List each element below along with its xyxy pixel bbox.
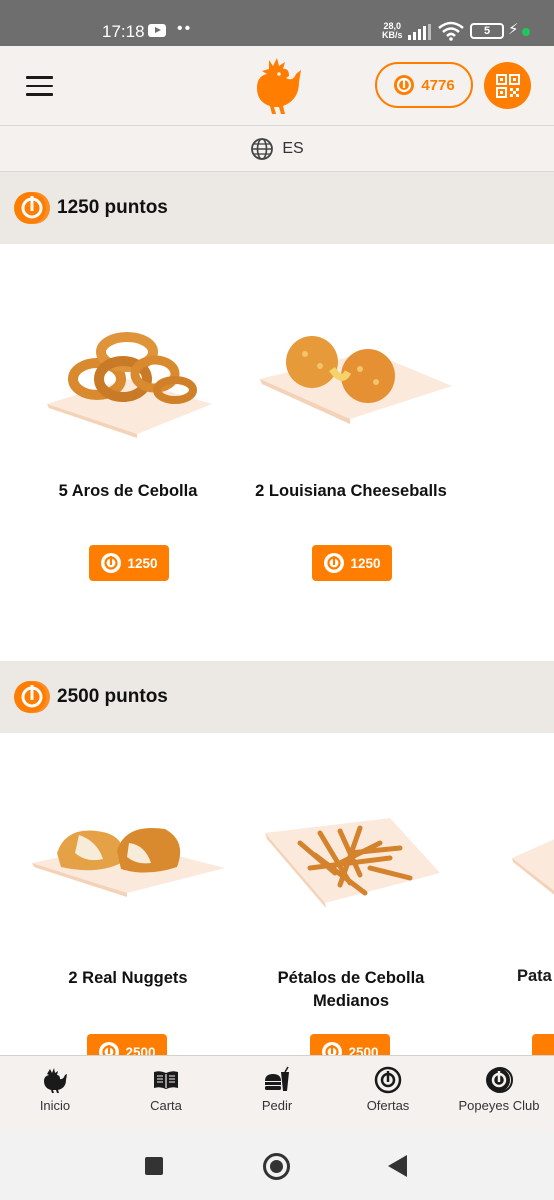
product-price-value: 1250 [127,555,158,571]
nav-label: Pedir [261,1098,293,1113]
cheeseballs-image [260,336,452,424]
language-selector[interactable]: ES [0,126,554,172]
system-navigation-bar [0,1133,554,1200]
points-coin-icon [99,1042,120,1055]
qr-code-button[interactable] [484,62,531,109]
product-price-value: 2500 [125,1044,156,1056]
points-balance-button[interactable]: 4776 [375,62,473,108]
burger-drink-icon [265,1066,289,1091]
points-coin-icon [322,1042,343,1055]
product-row-1250: 5 Aros de Cebolla 1250 2 Louisiana Chees… [0,244,554,661]
nav-item-popeyes-club[interactable]: Popeyes Club [444,1056,554,1134]
product-row-2500: 2 Real Nuggets 2500 Pétalos de Cebolla M… [0,733,554,1055]
product-price-value: 1250 [350,555,381,571]
app-header: 4776 [0,46,554,126]
real-nuggets-image [32,827,225,897]
product-name: Pata [517,967,552,985]
section-title: 1250 puntos [57,197,168,218]
privacy-indicator-dot [522,28,530,36]
globe-icon [251,137,274,160]
onion-petals-image [265,818,440,908]
product-name: 2 Real Nuggets [68,969,188,987]
recent-apps-icon[interactable] [145,1157,163,1175]
onion-rings-image [47,332,212,438]
back-icon[interactable] [388,1155,407,1177]
nav-item-ofertas[interactable]: Ofertas [333,1056,443,1134]
product-price-badge[interactable]: 2500 [310,1034,390,1055]
points-coin-icon [324,553,345,573]
product-price-badge[interactable] [532,1034,554,1055]
points-coin-icon [394,75,415,95]
product-name: Pétalos de Cebolla Medianos [277,969,425,1010]
fries-image [512,839,554,895]
popeyes-rooster-logo [257,58,301,114]
product-price-badge[interactable]: 2500 [87,1034,167,1055]
battery-icon: 5 [470,23,504,39]
section-header-1250: 1250 puntos [0,172,554,244]
section-header-2500: 2500 puntos [0,661,554,733]
points-coin-icon [14,681,50,713]
product-price-badge[interactable]: 1250 [312,545,392,581]
language-code: ES [282,139,304,157]
nav-item-pedir[interactable]: Pedir [222,1056,332,1134]
club-coin-icon [486,1067,513,1093]
open-book-icon [154,1071,178,1089]
charging-icon: ⚡ [508,21,519,38]
points-coin-icon [14,192,50,224]
hamburger-menu-icon[interactable] [26,76,53,96]
nav-label: Popeyes Club [458,1098,540,1113]
nav-item-carta[interactable]: Carta [111,1056,221,1134]
product-price-badge[interactable]: 1250 [89,545,169,581]
qr-code-icon [495,73,520,98]
more-notifications-icon: •• [177,20,193,37]
section-title: 2500 puntos [57,686,168,707]
status-bar: 17:18 •• 28,0 KB/s 5 ⚡ [0,0,554,46]
wifi-icon [438,21,464,41]
product-card-partial[interactable]: Pata [462,733,554,1055]
network-speed: 28,0 KB/s [382,21,403,40]
points-balance-value: 4776 [421,76,455,94]
status-time: 17:18 [102,22,145,41]
nav-label: Carta [150,1098,182,1113]
signal-icon [408,24,431,40]
home-icon[interactable] [263,1153,290,1180]
rooster-icon [44,1068,67,1093]
youtube-notification-icon [148,24,166,37]
product-name: 5 Aros de Cebolla [58,482,198,500]
product-name: 2 Louisiana Cheeseballs [255,482,447,500]
nav-item-inicio[interactable]: Inicio [0,1056,110,1134]
product-price-value: 2500 [348,1044,379,1056]
nav-label: Ofertas [366,1098,410,1113]
points-coin-icon [101,553,122,573]
nav-label: Inicio [39,1098,71,1113]
bottom-navigation: Inicio Carta Pedir Ofertas Popeyes Club [0,1055,554,1133]
offers-coin-icon [374,1066,402,1094]
